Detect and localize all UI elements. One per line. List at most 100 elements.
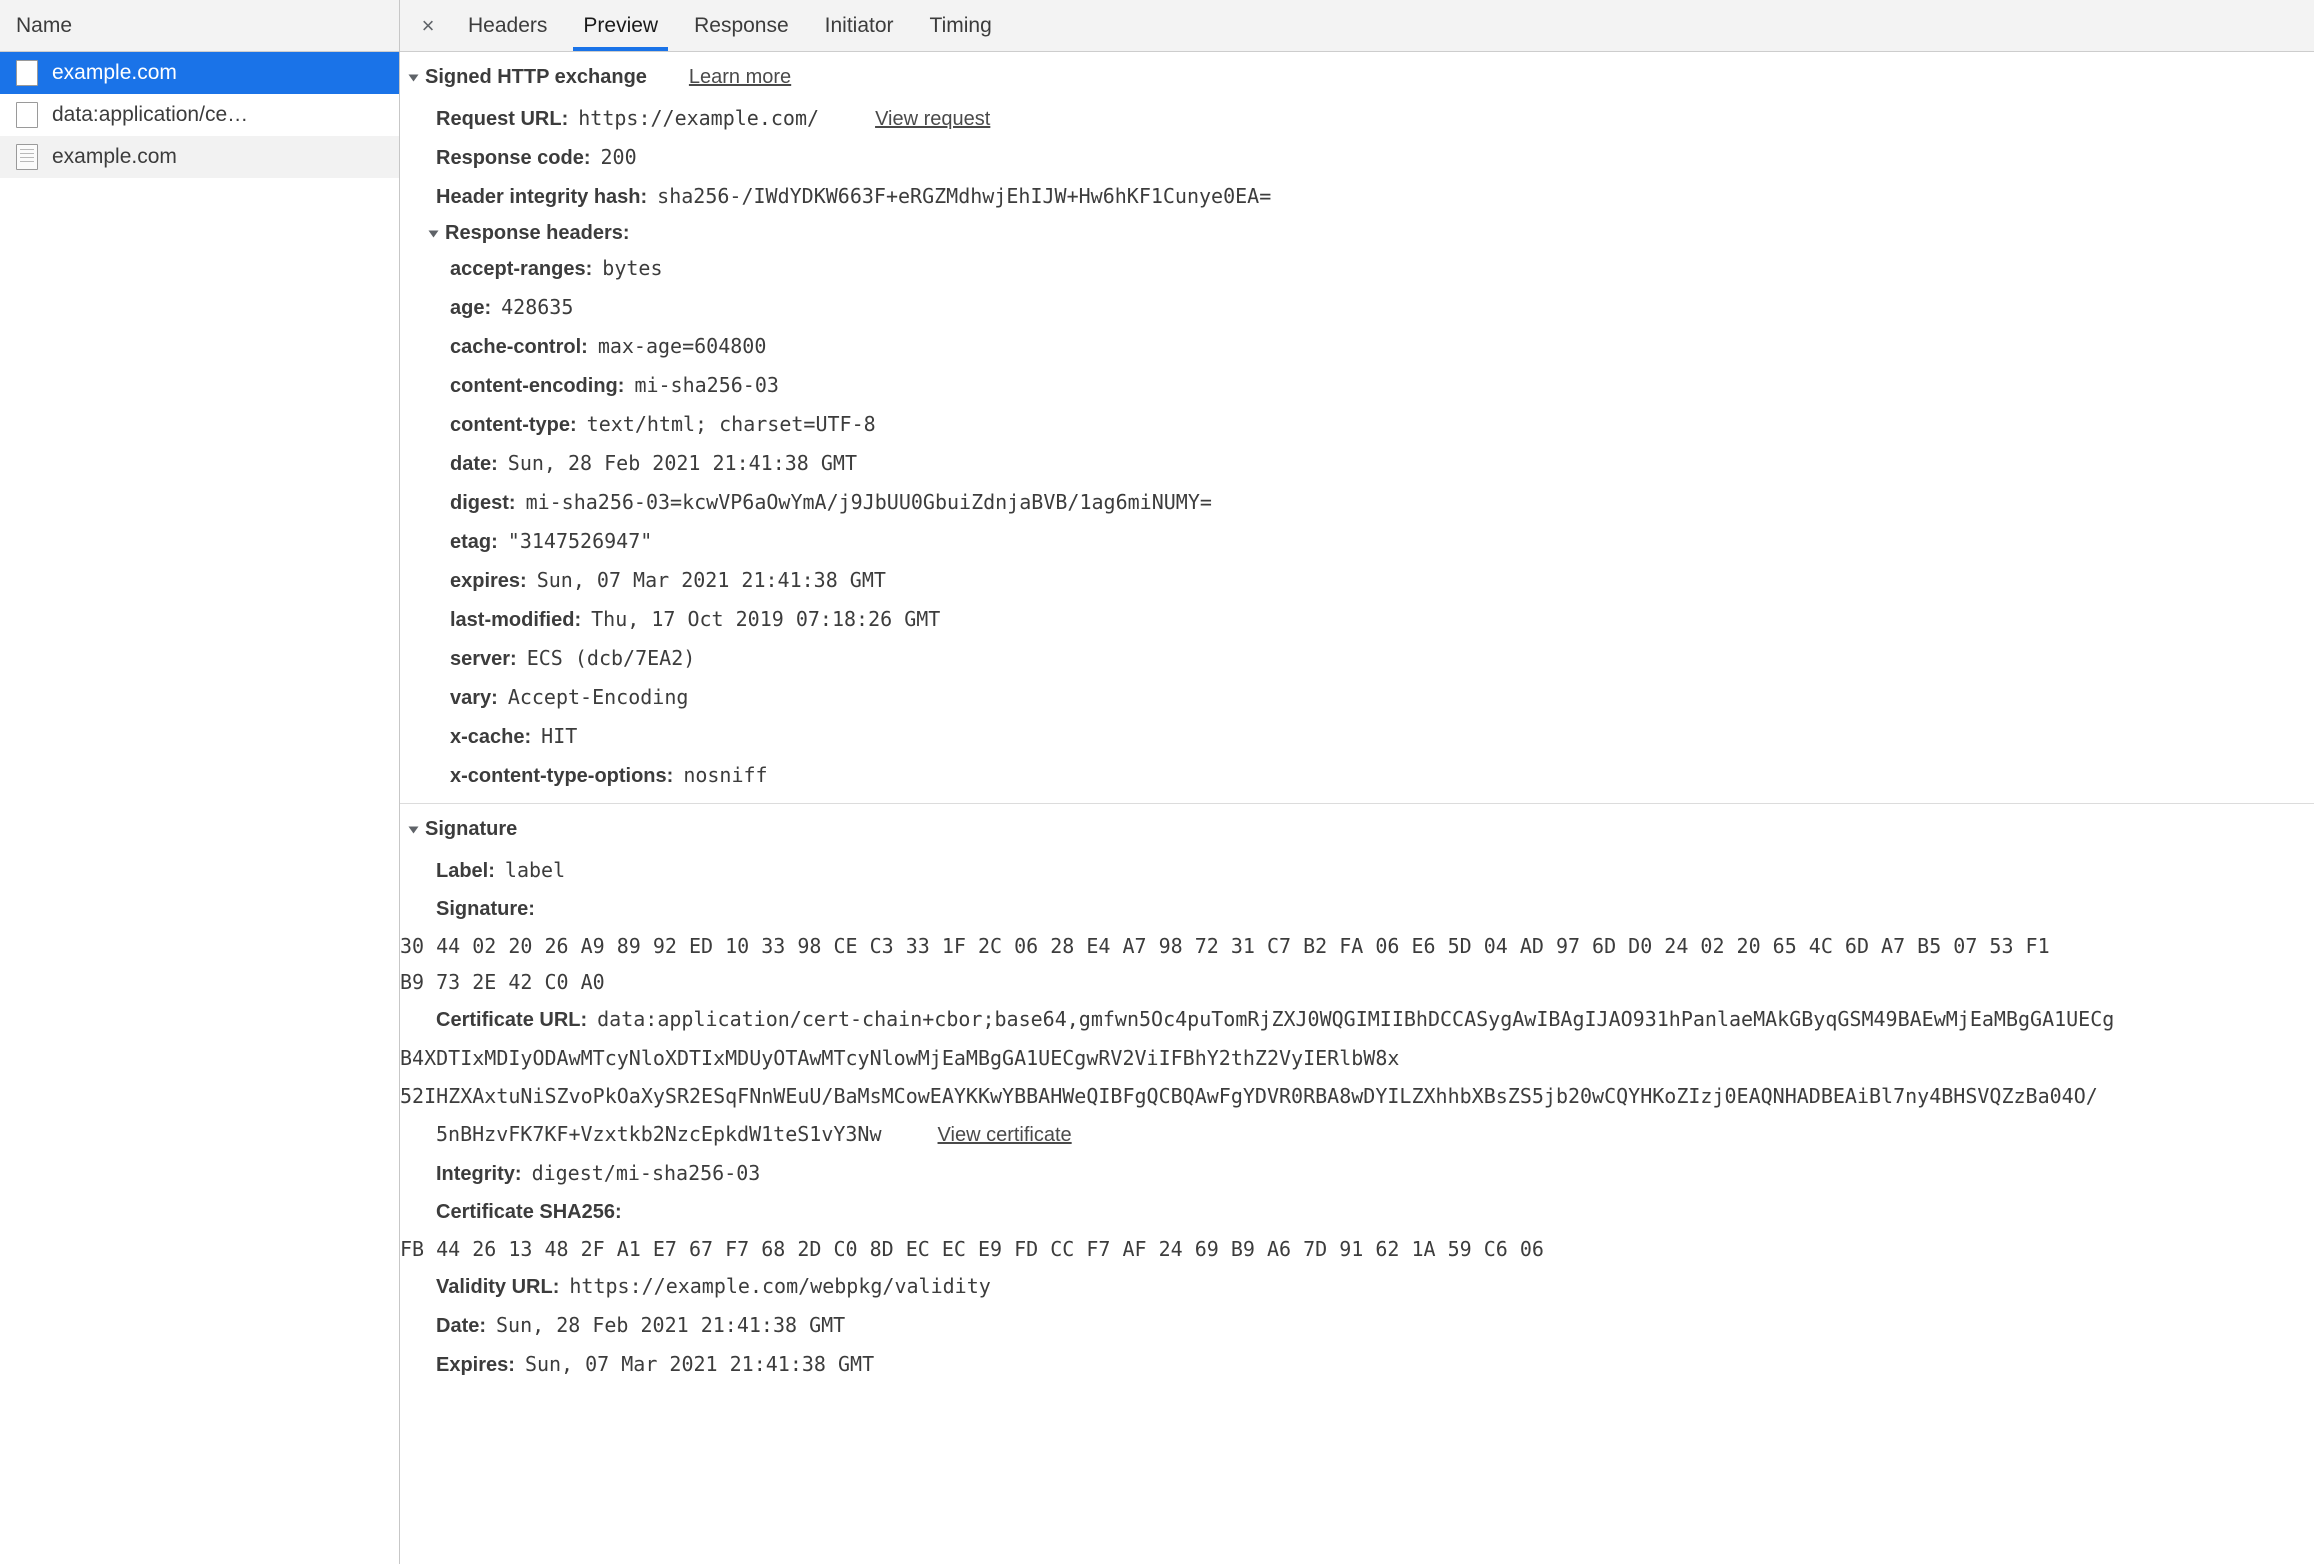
header-integrity-row: Header integrity hash: sha256-/IWdYDKW66…	[400, 177, 2314, 216]
chevron-down-icon[interactable]	[408, 826, 419, 833]
tab-label: Headers	[468, 13, 548, 37]
header-row: date: Sun, 28 Feb 2021 21:41:38 GMT	[400, 444, 2314, 483]
validity-url-row: Validity URL: https://example.com/webpkg…	[400, 1267, 2314, 1306]
close-icon[interactable]: ×	[406, 0, 450, 51]
label-row: Label: label	[400, 851, 2314, 890]
request-url-value: https://example.com/	[578, 106, 820, 130]
response-code-value: 200	[600, 145, 637, 169]
list-item-label: example.com	[52, 145, 177, 168]
header-row: digest: mi-sha256-03=kcwVP6aOwYmA/j9JbUU…	[400, 483, 2314, 522]
request-list: example.com data:application/ce… example…	[0, 52, 399, 1564]
header-row: etag: "3147526947"	[400, 522, 2314, 561]
header-value: nosniff	[683, 763, 768, 787]
header-value: HIT	[541, 724, 578, 748]
tab-label: Response	[694, 13, 789, 37]
header-name: content-encoding:	[450, 375, 625, 397]
list-item-label: data:application/ce…	[52, 103, 249, 126]
blank-file-icon	[16, 102, 38, 128]
header-name: cache-control:	[450, 336, 588, 358]
tab-response[interactable]: Response	[676, 0, 807, 51]
header-name: digest:	[450, 492, 516, 514]
label-value: label	[504, 858, 566, 882]
list-item[interactable]: data:application/ce…	[0, 94, 399, 136]
signature-section: Signature Label: label Signature: 30 44 …	[400, 804, 2314, 1384]
learn-more-link[interactable]: Learn more	[689, 66, 791, 89]
request-url-label: Request URL:	[436, 108, 569, 130]
tab-headers[interactable]: Headers	[450, 0, 565, 51]
header-integrity-label: Header integrity hash:	[436, 186, 648, 208]
detail-panel: × Headers Preview Response Initiator Tim…	[400, 0, 2314, 1564]
header-value: Accept-Encoding	[507, 685, 689, 709]
devtools-network-panel: Name example.com data:application/ce… ex…	[0, 0, 2314, 1564]
column-header-name[interactable]: Name	[0, 0, 399, 52]
view-certificate-link[interactable]: View certificate	[938, 1123, 1072, 1147]
section-title: Signature	[425, 818, 518, 840]
header-value: mi-sha256-03	[634, 373, 779, 397]
header-row: vary: Accept-Encoding	[400, 678, 2314, 717]
header-name: age:	[450, 297, 492, 319]
signed-http-exchange-section: Signed HTTP exchange Learn more Request …	[400, 52, 2314, 795]
section-header-signature[interactable]: Signature	[400, 804, 2314, 851]
header-value: max-age=604800	[597, 334, 767, 358]
list-item[interactable]: example.com	[0, 136, 399, 178]
header-row: content-type: text/html; charset=UTF-8	[400, 405, 2314, 444]
certificate-url-last-line-row: 5nBHzvFK7KF+Vzxtkb2NzcEpkdW1teS1vY3Nw Vi…	[400, 1115, 2314, 1154]
header-row: accept-ranges: bytes	[400, 249, 2314, 288]
validity-url-label: Validity URL:	[436, 1276, 560, 1298]
list-item[interactable]: example.com	[0, 52, 399, 94]
preview-content[interactable]: Signed HTTP exchange Learn more Request …	[400, 52, 2314, 1564]
certificate-url-value-line: 5nBHzvFK7KF+Vzxtkb2NzcEpkdW1teS1vY3Nw	[436, 1122, 882, 1146]
header-value: Sun, 28 Feb 2021 21:41:38 GMT	[507, 451, 857, 475]
chevron-down-icon[interactable]	[428, 230, 439, 237]
response-code-label: Response code:	[436, 147, 591, 169]
tab-initiator[interactable]: Initiator	[807, 0, 912, 51]
header-value: ECS (dcb/7EA2)	[526, 646, 696, 670]
section-header-sxg[interactable]: Signed HTTP exchange Learn more	[400, 52, 2314, 99]
header-value: text/html; charset=UTF-8	[586, 412, 876, 436]
header-value: "3147526947"	[507, 529, 653, 553]
cert-sha256-row: Certificate SHA256:	[400, 1193, 2314, 1231]
integrity-row: Integrity: digest/mi-sha256-03	[400, 1154, 2314, 1193]
expires-row: Expires: Sun, 07 Mar 2021 21:41:38 GMT	[400, 1345, 2314, 1384]
header-name: last-modified:	[450, 609, 582, 631]
certificate-url-row: Certificate URL: data:application/cert-c…	[400, 1000, 2314, 1039]
header-row: server: ECS (dcb/7EA2)	[400, 639, 2314, 678]
expires-value: Sun, 07 Mar 2021 21:41:38 GMT	[524, 1352, 875, 1376]
column-header-label: Name	[16, 13, 73, 37]
response-headers-title: Response headers:	[445, 222, 630, 244]
certificate-url-value-line: data:application/cert-chain+cbor;base64,…	[597, 1007, 2115, 1031]
section-header-response-headers[interactable]: Response headers:	[400, 216, 2314, 249]
list-item-label: example.com	[52, 61, 177, 84]
close-icon-glyph: ×	[421, 12, 435, 38]
header-name: x-content-type-options:	[450, 765, 674, 787]
tab-label: Timing	[929, 13, 992, 37]
cert-sha256-hex: FB 44 26 13 48 2F A1 E7 67 F7 68 2D C0 8…	[400, 1237, 1544, 1261]
header-name: server:	[450, 648, 517, 670]
view-request-link[interactable]: View request	[875, 107, 990, 131]
header-integrity-value: sha256-/IWdYDKW663F+eRGZMdhwjEhIJW+Hw6hK…	[657, 184, 1272, 208]
label-label: Label:	[436, 860, 495, 882]
header-row: cache-control: max-age=604800	[400, 327, 2314, 366]
integrity-value: digest/mi-sha256-03	[531, 1161, 761, 1185]
document-file-icon	[16, 144, 38, 170]
chevron-down-icon[interactable]	[408, 74, 419, 81]
date-value: Sun, 28 Feb 2021 21:41:38 GMT	[496, 1313, 846, 1337]
header-row: x-content-type-options: nosniff	[400, 756, 2314, 795]
tab-preview[interactable]: Preview	[565, 0, 676, 51]
header-value: 428635	[501, 295, 574, 319]
header-name: date:	[450, 453, 498, 475]
header-name: vary:	[450, 687, 498, 709]
header-name: x-cache:	[450, 726, 532, 748]
request-list-panel: Name example.com data:application/ce… ex…	[0, 0, 400, 1564]
tab-timing[interactable]: Timing	[912, 0, 1010, 51]
header-value: mi-sha256-03=kcwVP6aOwYmA/j9JbUU0GbuiZdn…	[525, 490, 1212, 514]
header-value: bytes	[602, 256, 663, 280]
certificate-url-value-line: 52IHZXAxtuNiSZvoPkOaXySR2ESqFNnWEuU/BaMs…	[400, 1084, 2098, 1108]
header-row: last-modified: Thu, 17 Oct 2019 07:18:26…	[400, 600, 2314, 639]
header-name: expires:	[450, 570, 527, 592]
header-value: Thu, 17 Oct 2019 07:18:26 GMT	[591, 607, 941, 631]
detail-tabbar: × Headers Preview Response Initiator Tim…	[400, 0, 2314, 52]
request-url-row: Request URL: https://example.com/ View r…	[400, 99, 2314, 138]
integrity-label: Integrity:	[436, 1163, 522, 1185]
signature-hex-line: B9 73 2E 42 C0 A0	[400, 970, 605, 994]
